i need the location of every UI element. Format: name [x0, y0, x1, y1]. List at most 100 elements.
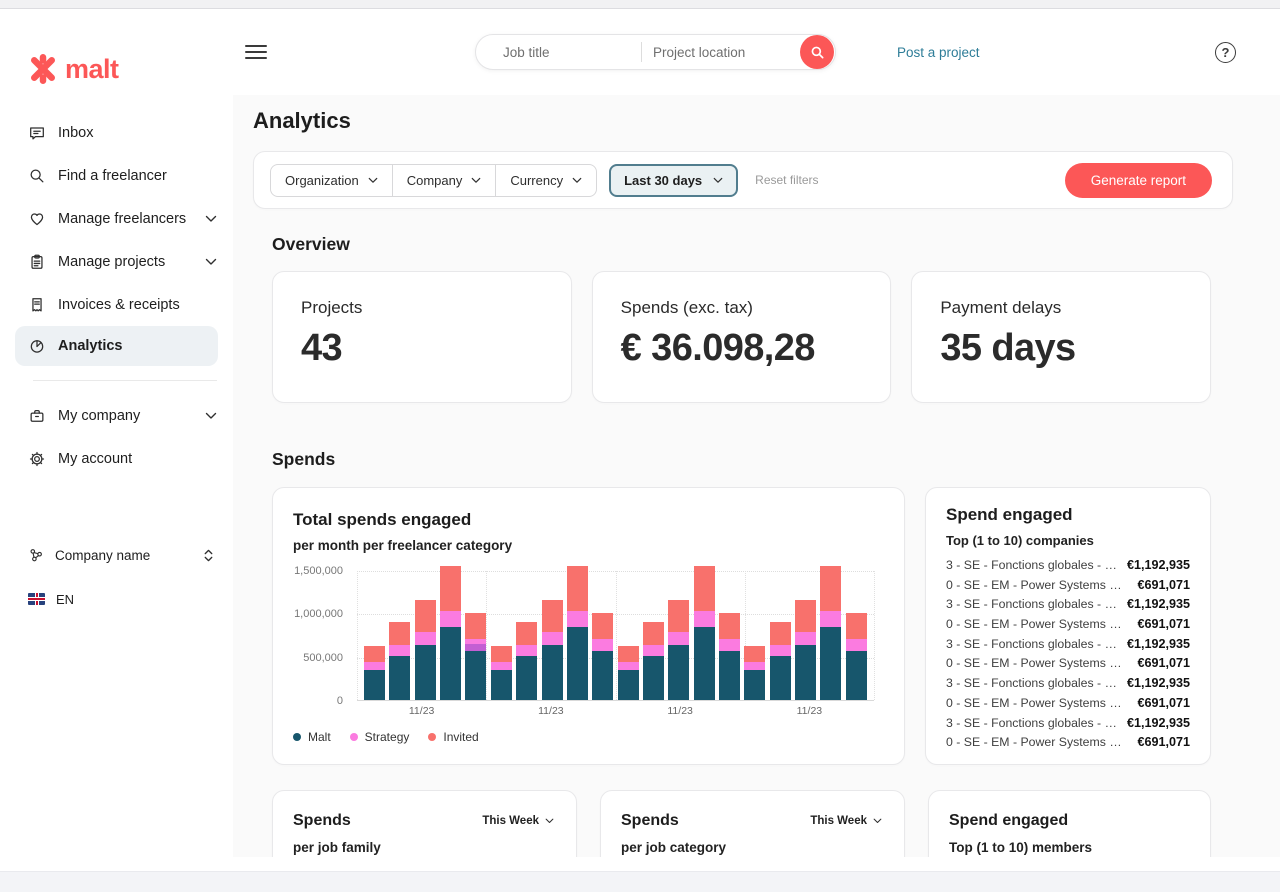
- search-button[interactable]: [800, 35, 834, 69]
- company-row[interactable]: 0 - SE - EM - Power Systems & Se... €691…: [946, 696, 1190, 716]
- sidebar-item-label: Invoices & receipts: [58, 297, 180, 313]
- sidebar-item-label: Manage projects: [58, 254, 165, 270]
- stacked-bar[interactable]: [668, 600, 689, 700]
- stat-label: Payment delays: [940, 298, 1182, 318]
- stacked-bar[interactable]: [618, 646, 639, 700]
- logo-wordmark: malt: [65, 54, 119, 85]
- dropdown-label: Currency: [510, 173, 563, 188]
- period-filter-dropdown[interactable]: Last 30 days: [609, 164, 738, 197]
- invoice-icon: [28, 296, 46, 314]
- chart-legend: Malt Strategy Invited: [293, 730, 884, 744]
- job-title-input[interactable]: [476, 45, 641, 60]
- stacked-bar[interactable]: [694, 566, 715, 700]
- company-switcher[interactable]: Company name: [0, 540, 233, 570]
- card-subtitle: Top (1 to 10) companies: [946, 533, 1190, 548]
- sidebar-item-manage-projects[interactable]: Manage projects: [0, 240, 233, 283]
- company-spend-value: €1,192,935: [1127, 637, 1190, 651]
- company-spend-value: €1,192,935: [1127, 716, 1190, 730]
- sidebar-item-label: My company: [58, 408, 140, 424]
- this-week-dropdown[interactable]: This Week: [482, 815, 554, 827]
- project-location-input[interactable]: [642, 45, 800, 60]
- y-tick-label: 1,500,000: [294, 565, 343, 577]
- legend-label: Invited: [443, 730, 478, 744]
- language-selector[interactable]: EN: [0, 586, 233, 612]
- dropdown-label: Company: [407, 173, 463, 188]
- company-row[interactable]: 3 - SE - Fonctions globales - USA €1,192…: [946, 597, 1190, 617]
- stacked-bar[interactable]: [542, 600, 563, 700]
- uk-flag-icon: [28, 593, 45, 605]
- stacked-bar[interactable]: [592, 613, 613, 700]
- company-name: 0 - SE - EM - Power Systems & Se...: [946, 656, 1137, 670]
- company-spend-value: €691,071: [1137, 735, 1190, 749]
- stacked-bar[interactable]: [795, 600, 816, 700]
- stacked-bar[interactable]: [820, 566, 841, 700]
- x-tick-label: 11/23: [538, 705, 564, 717]
- company-row[interactable]: 0 - SE - EM - Power Systems & Se... €691…: [946, 735, 1190, 755]
- app-window: malt Inbox Find a freelancer Manage free…: [0, 9, 1280, 857]
- heart-icon: [28, 210, 46, 228]
- chart-plot-column: 11/2311/2311/2311/23: [357, 571, 884, 719]
- stacked-bar[interactable]: [465, 613, 486, 700]
- search-icon: [810, 45, 825, 60]
- currency-filter-dropdown[interactable]: Currency: [496, 165, 596, 196]
- stat-value: 43: [301, 327, 543, 370]
- sidebar-item-manage-freelancers[interactable]: Manage freelancers: [0, 197, 233, 240]
- filter-bar: Organization Company Currency Last 30 da…: [253, 151, 1233, 209]
- card-title: Spends: [621, 812, 679, 830]
- company-row[interactable]: 3 - SE - Fonctions globales - USA €1,192…: [946, 637, 1190, 657]
- stacked-bar[interactable]: [846, 613, 867, 700]
- stacked-bar[interactable]: [364, 646, 385, 700]
- reset-filters-button[interactable]: Reset filters: [755, 173, 818, 187]
- stacked-bar[interactable]: [567, 566, 588, 700]
- company-filter-dropdown[interactable]: Company: [393, 165, 497, 196]
- company-row[interactable]: 3 - SE - Fonctions globales - USA €1,192…: [946, 716, 1190, 736]
- legend-item-invited[interactable]: Invited: [428, 730, 478, 744]
- company-switcher-label: Company name: [55, 548, 150, 563]
- hamburger-menu-icon[interactable]: [245, 41, 267, 63]
- sidebar-item-my-account[interactable]: My account: [0, 437, 233, 480]
- stacked-bar[interactable]: [491, 646, 512, 700]
- stacked-bar[interactable]: [643, 622, 664, 700]
- legend-item-strategy[interactable]: Strategy: [350, 730, 410, 744]
- company-row[interactable]: 0 - SE - EM - Power Systems & Se... €691…: [946, 617, 1190, 637]
- stacked-bar[interactable]: [770, 622, 791, 700]
- dropdown-label: Organization: [285, 173, 359, 188]
- organization-filter-dropdown[interactable]: Organization: [271, 165, 393, 196]
- chevron-down-icon: [873, 818, 882, 824]
- stacked-bar[interactable]: [440, 566, 461, 700]
- malt-logo[interactable]: malt: [28, 49, 233, 89]
- chevron-down-icon: [205, 258, 217, 266]
- stacked-bar[interactable]: [415, 600, 436, 700]
- company-name: 0 - SE - EM - Power Systems & Se...: [946, 617, 1137, 631]
- browser-chrome-strip: [0, 0, 1280, 9]
- post-a-project-link[interactable]: Post a project: [897, 45, 980, 60]
- stacked-bar[interactable]: [719, 613, 740, 700]
- x-tick-label: 11/23: [409, 705, 435, 717]
- period-label: This Week: [810, 815, 867, 827]
- legend-item-malt[interactable]: Malt: [293, 730, 331, 744]
- company-row[interactable]: 0 - SE - EM - Power Systems & Se... €691…: [946, 656, 1190, 676]
- card-subtitle: Top (1 to 10) members: [949, 840, 1188, 855]
- help-icon[interactable]: ?: [1215, 42, 1236, 63]
- sidebar-item-find-freelancer[interactable]: Find a freelancer: [0, 154, 233, 197]
- main-column: Post a project ? Analytics Organization …: [233, 9, 1280, 857]
- page-title: Analytics: [253, 108, 1233, 134]
- company-row[interactable]: 3 - SE - Fonctions globales - USA €1,192…: [946, 676, 1190, 696]
- sidebar-item-invoices[interactable]: Invoices & receipts: [0, 283, 233, 326]
- stacked-bar[interactable]: [744, 646, 765, 700]
- sidebar-item-inbox[interactable]: Inbox: [0, 111, 233, 154]
- legend-dot: [293, 733, 301, 741]
- company-spend-value: €1,192,935: [1127, 597, 1190, 611]
- sidebar-item-label: Inbox: [58, 125, 93, 141]
- sidebar-item-my-company[interactable]: My company: [0, 394, 233, 437]
- sidebar-item-label: My account: [58, 451, 132, 467]
- company-row[interactable]: 3 - SE - Fonctions globales - USA €1,192…: [946, 558, 1190, 578]
- stacked-bar[interactable]: [516, 622, 537, 700]
- stacked-bar[interactable]: [389, 622, 410, 700]
- card-title: Spends: [293, 812, 351, 830]
- this-week-dropdown[interactable]: This Week: [810, 815, 882, 827]
- sidebar-item-analytics[interactable]: Analytics: [15, 326, 218, 366]
- generate-report-button[interactable]: Generate report: [1065, 163, 1212, 198]
- company-name: 3 - SE - Fonctions globales - USA: [946, 597, 1127, 611]
- company-row[interactable]: 0 - SE - EM - Power Systems & Se... €691…: [946, 578, 1190, 598]
